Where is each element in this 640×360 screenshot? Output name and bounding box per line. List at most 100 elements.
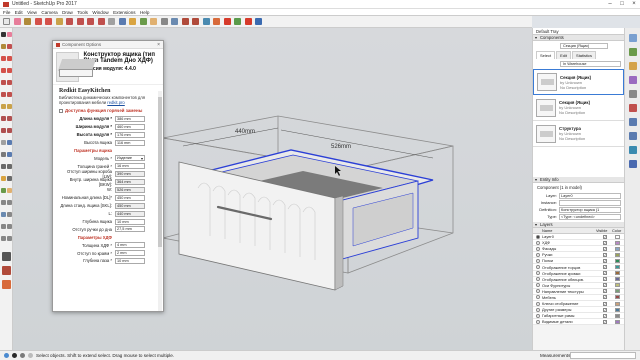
sandbox-icon[interactable] [7,236,12,241]
menu-tools[interactable]: Tools [77,9,88,16]
layer-visible-checkbox[interactable]: ✓ [603,252,607,257]
option-input[interactable]: 4 mm [115,242,145,249]
follow-me-icon[interactable] [7,116,12,121]
tape-measure-tool-icon[interactable] [107,17,116,26]
warehouse-icon[interactable] [181,17,190,26]
dimension-icon[interactable] [7,140,12,145]
layer-visible-checkbox[interactable]: ✓ [603,313,607,318]
hot-swap-checkbox[interactable] [59,108,63,113]
help-icon[interactable] [28,353,33,358]
layer-color-swatch[interactable] [615,289,620,294]
tab-edit[interactable]: Edit [556,51,572,59]
fog-icon[interactable] [629,90,637,98]
component-item[interactable]: Секция (Ящик) by Unknown No Description [533,69,624,95]
entity-type-select[interactable]: <Type: <undefined> [559,213,621,220]
option-input[interactable]: 27,5 mm [115,226,145,233]
layer-active-radio[interactable] [536,252,540,257]
component-item[interactable]: Структура by Unknown No Description [533,121,624,147]
materials-icon[interactable] [629,48,637,56]
zoom-window-icon[interactable] [7,200,12,205]
layer-active-radio[interactable] [536,313,540,318]
position-camera-icon[interactable] [1,224,6,229]
ruby-console-icon[interactable] [2,280,11,289]
pan-tool-icon[interactable] [149,17,158,26]
protractor-icon[interactable] [1,152,6,157]
layer-active-radio[interactable] [536,240,540,245]
two-point-arc-icon[interactable] [7,80,12,85]
layer-visible-checkbox[interactable]: ✓ [603,258,607,263]
zoom-tool-icon[interactable] [160,17,169,26]
tape-icon[interactable] [1,140,6,145]
layer-active-radio[interactable] [536,319,540,324]
section-plane-icon[interactable] [1,236,6,241]
pie-icon[interactable] [1,92,6,97]
layers-icon[interactable] [629,118,637,126]
dialog-scrollbar[interactable] [158,91,162,311]
layer-color-swatch[interactable] [615,271,620,276]
scale-tool-icon[interactable] [97,17,106,26]
layer-active-radio[interactable] [536,307,540,312]
paint-icon[interactable] [1,176,6,181]
measurements-input[interactable] [570,352,636,359]
select-icon[interactable] [1,32,6,37]
dialog-close-icon[interactable]: × [157,41,160,49]
warehouse-search-input[interactable]: In Warehouse [560,61,621,67]
option-input[interactable]: 16 mm [115,163,145,170]
offset-icon[interactable] [7,128,12,133]
push-pull-icon[interactable] [7,104,12,109]
three-point-arc-icon[interactable] [7,92,12,97]
offset-tool-icon[interactable] [65,17,74,26]
styles-icon[interactable] [629,34,637,42]
layer-visible-checkbox[interactable]: ✓ [603,271,607,276]
move-icon[interactable] [1,104,6,109]
menu-view[interactable]: View [27,9,37,16]
text-icon[interactable] [7,152,12,157]
credits-icon[interactable] [12,353,17,358]
layer-color-swatch[interactable] [615,283,620,288]
instructor-icon[interactable] [629,160,637,168]
option-input[interactable]: 450 mm [115,194,145,201]
select-tool-icon[interactable] [2,17,11,26]
paint-bucket-tool-icon[interactable] [128,17,137,26]
shape-tool-icon[interactable] [44,17,53,26]
layer-active-radio[interactable] [536,265,540,270]
option-input[interactable]: 450 mm [115,202,145,209]
layer-color-swatch[interactable] [615,295,620,300]
component-name-field[interactable]: Секция (Ящик) [560,43,608,49]
option-input[interactable]: 460 mm [115,123,145,130]
layer-visible-checkbox[interactable]: ✓ [603,307,607,312]
geo-location-icon[interactable] [4,353,9,358]
option-input[interactable]: 2 mm [115,250,145,257]
option-input[interactable]: 364 mm [115,179,145,186]
plugin-icon-1[interactable] [223,17,232,26]
layer-active-radio[interactable] [536,295,540,300]
line-tool-icon[interactable] [23,17,32,26]
layer-visible-checkbox[interactable]: ✓ [603,246,607,251]
component-item[interactable]: Секция (Ящик) by Unknown No Description [533,95,624,121]
rotate-tool-icon[interactable] [86,17,95,26]
previous-view-icon[interactable] [7,212,12,217]
layer-visible-checkbox[interactable]: ✓ [603,283,607,288]
option-input[interactable]: 526 mm [115,186,145,193]
zoom-extents-left-icon[interactable] [1,212,6,217]
layer-visible-checkbox[interactable]: ✓ [603,295,607,300]
layer-color-swatch[interactable] [615,234,620,239]
freehand-icon[interactable] [7,44,12,49]
eraser-tool-icon[interactable] [13,17,22,26]
entity-definition-field[interactable]: Конструктор ящика (1 [559,206,621,213]
option-input[interactable]: 10 mm [115,218,145,225]
pencil-icon[interactable] [1,44,6,49]
layer-active-radio[interactable] [536,289,540,294]
outliner-icon[interactable] [629,104,637,112]
plugin-icon-2[interactable] [233,17,242,26]
rectangle-icon[interactable] [1,56,6,61]
entity-info-section-header[interactable]: Entity Info [533,177,624,183]
axes-icon[interactable] [1,164,6,169]
entity-layer-select[interactable]: Layer0 [559,192,621,199]
polygon-icon[interactable] [7,68,12,73]
scale-icon[interactable] [1,128,6,133]
layer-color-swatch[interactable] [615,319,620,324]
extension-manager-icon[interactable] [212,17,221,26]
option-input[interactable]: 390 mm [115,171,145,178]
layer-visible-checkbox[interactable]: ✓ [603,289,607,294]
